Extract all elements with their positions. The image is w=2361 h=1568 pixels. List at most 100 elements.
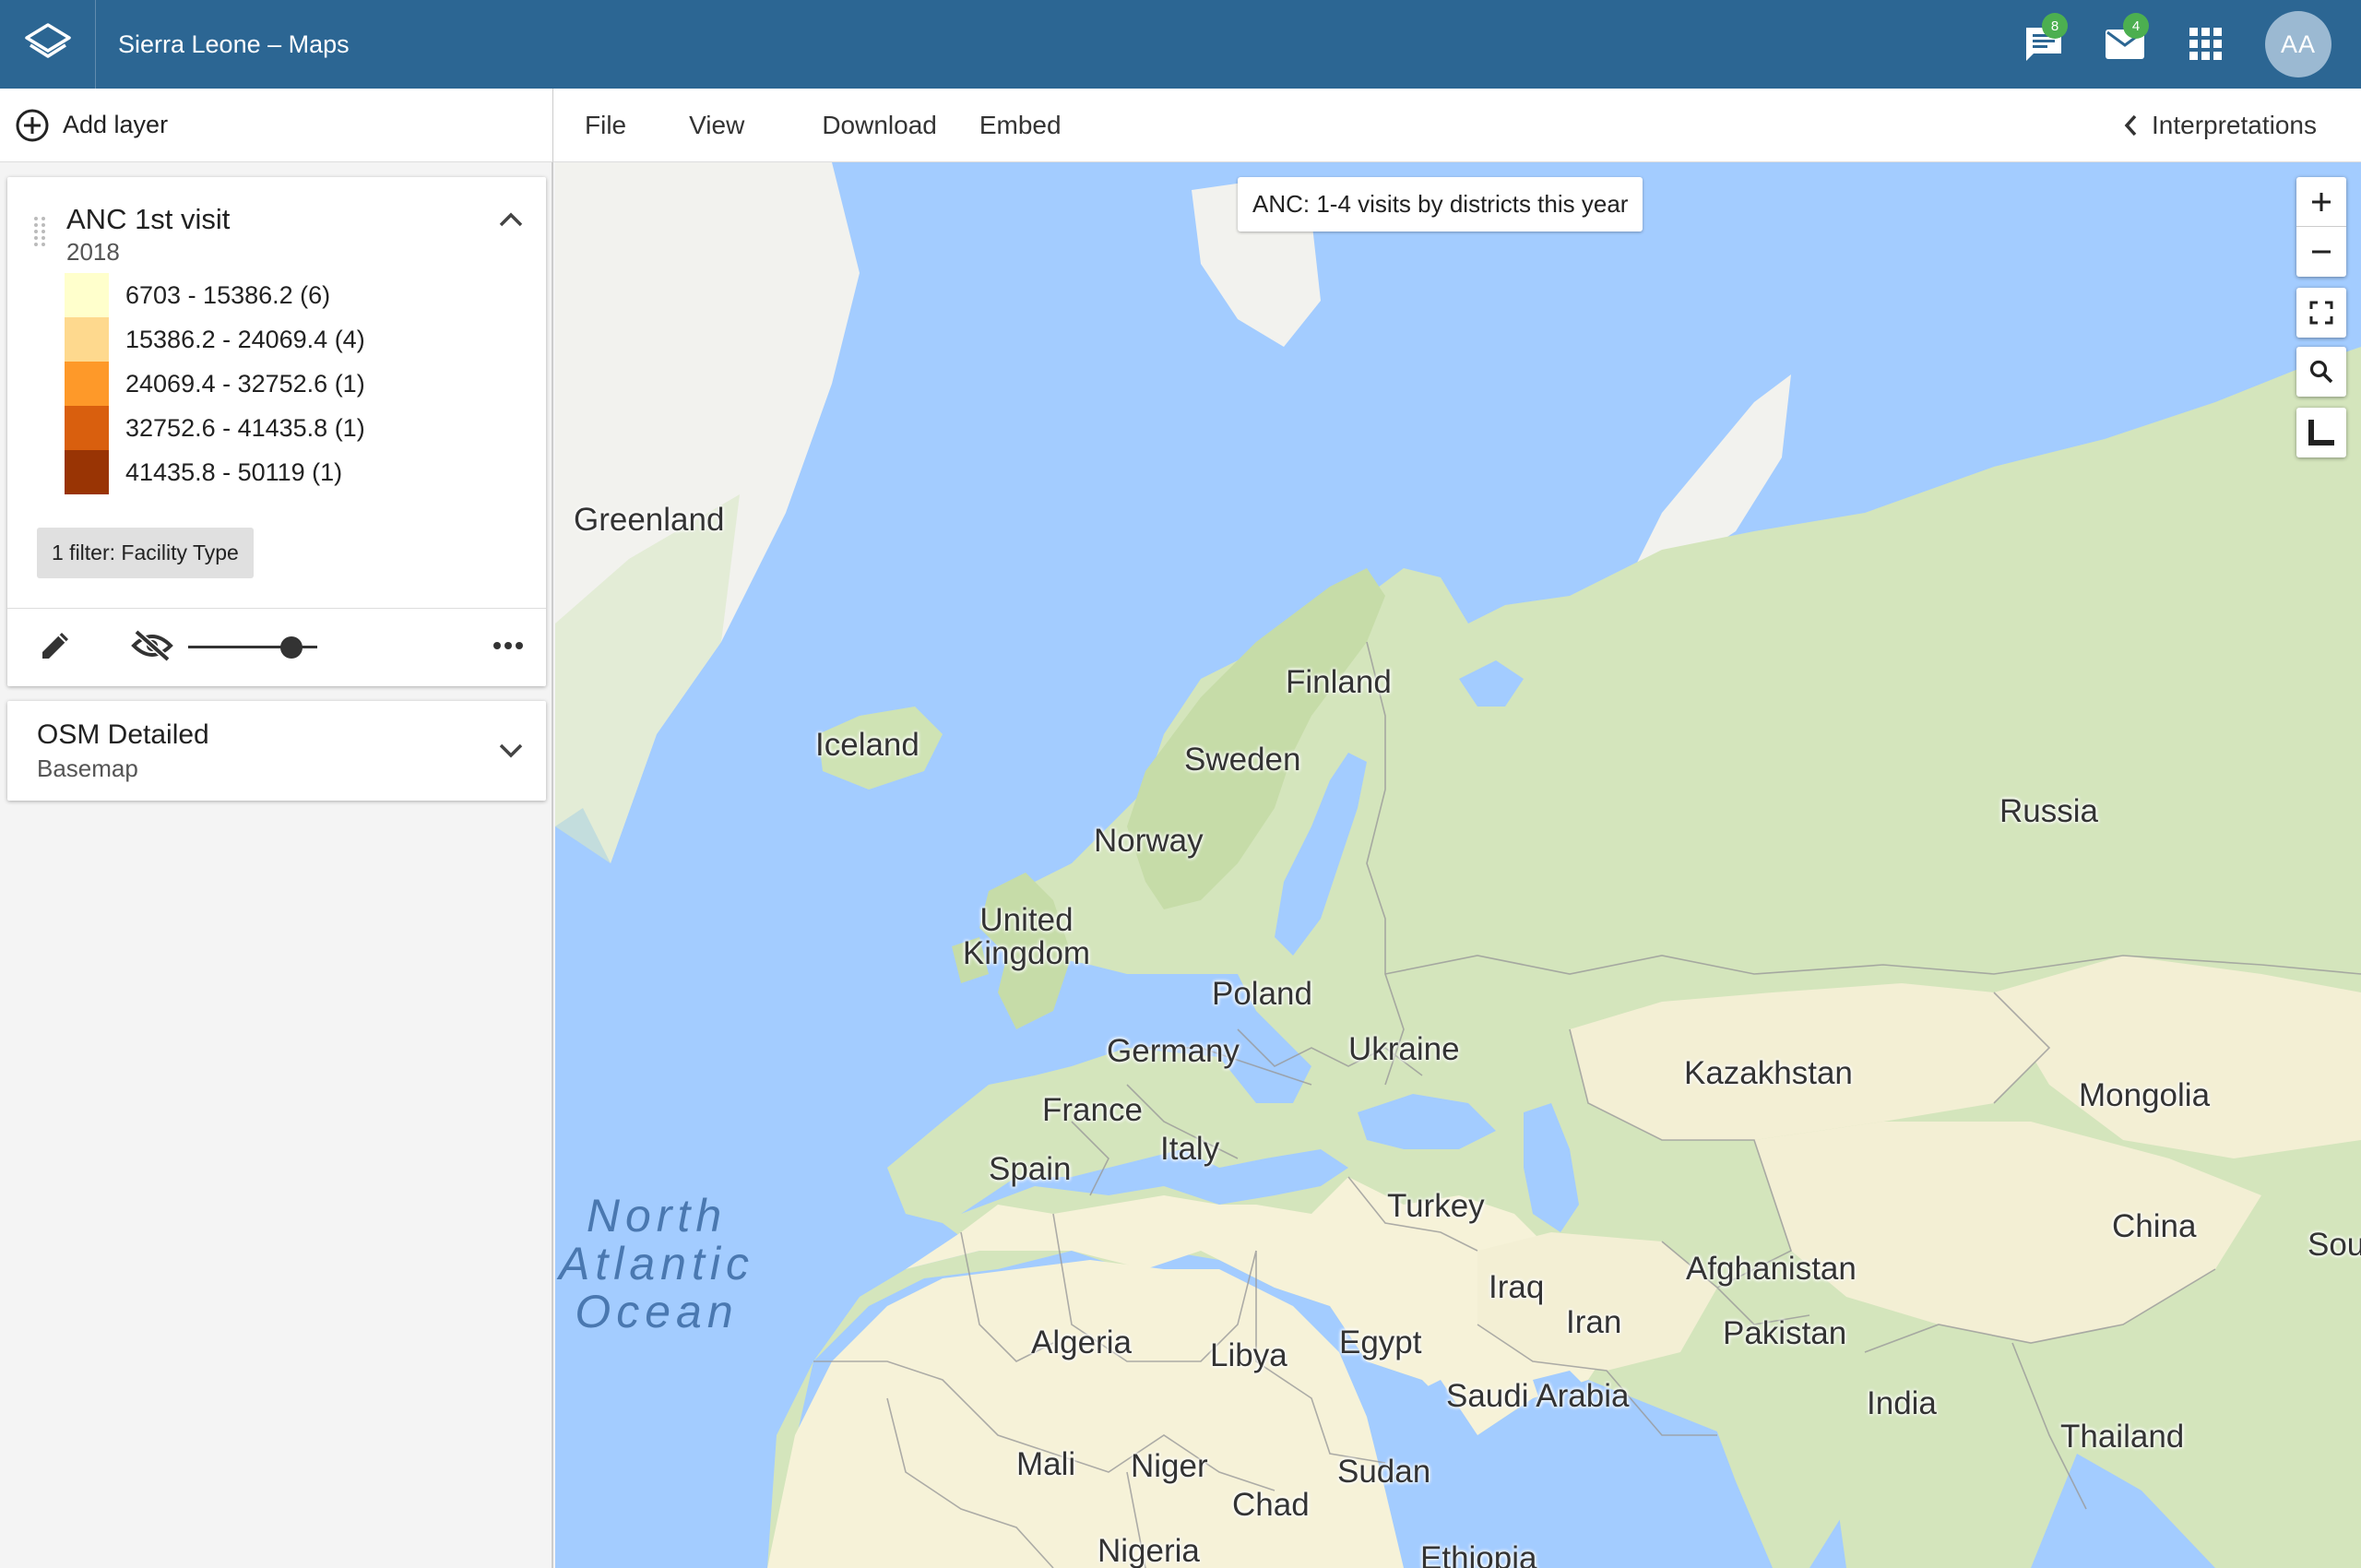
legend-swatch [65,362,109,406]
filter-chip[interactable]: 1 filter: Facility Type [37,528,254,578]
layer-legend: 6703 - 15386.2 (6) 15386.2 - 24069.4 (4)… [65,273,365,494]
map-label-country: Sudan [1337,1454,1431,1490]
map-label-country: Russia [1999,793,2098,829]
apps-button[interactable] [2165,0,2247,89]
mail-button[interactable]: 4 [2084,0,2165,89]
map-label-country: Norway [1094,823,1204,859]
map-label-country: Iran [1566,1304,1622,1340]
visibility-off-icon[interactable] [131,629,173,662]
map-label-country: Mongolia [2079,1077,2211,1113]
map-label-ocean: North Atlantic Ocean [559,1190,754,1337]
map-label-country: Italy [1160,1131,1220,1167]
map-label-country: Egypt [1339,1324,1422,1360]
apps-grid-icon [2189,28,2222,60]
user-avatar[interactable]: AA [2265,11,2331,77]
layer-card-basemap[interactable]: OSM Detailed Basemap [7,701,546,801]
messages-button[interactable]: 8 [2003,0,2084,89]
measure-button[interactable] [2296,408,2346,457]
map-label-country: Libya [1210,1337,1287,1373]
legend-item: 32752.6 - 41435.8 (1) [65,406,365,450]
chevron-left-icon [2124,114,2137,136]
legend-swatch [65,273,109,317]
plus-icon [2312,192,2331,211]
legend-label: 24069.4 - 32752.6 (1) [125,369,365,398]
chevron-down-icon[interactable] [498,742,524,760]
legend-swatch [65,406,109,450]
map-label-country: Poland [1212,976,1312,1012]
map-label-country: Niger [1131,1448,1208,1484]
fullscreen-button[interactable] [2296,288,2346,338]
add-layer-button[interactable]: Add layer [0,89,553,162]
legend-swatch [65,450,109,494]
legend-label: 15386.2 - 24069.4 (4) [125,325,365,353]
map-label-country: Sweden [1184,742,1301,778]
map-label-country: Saudi Arabia [1446,1378,1630,1414]
map-label-country: France [1042,1092,1143,1128]
legend-item: 24069.4 - 32752.6 (1) [65,362,365,406]
ruler-icon [2308,420,2334,445]
add-layer-label: Add layer [63,111,169,138]
map-label-country: Ethiopia [1420,1540,1537,1568]
interpretations-label: Interpretations [2152,110,2317,139]
map-label-country: Sou [2308,1227,2361,1263]
mail-badge: 4 [2123,13,2149,39]
drag-handle-icon[interactable] [33,216,46,247]
more-horizontal-icon[interactable] [492,640,524,651]
app-header: Sierra Leone – Maps 8 4 AA [0,0,2361,89]
map-label-country: Nigeria [1097,1533,1200,1568]
basemap-type: Basemap [37,754,138,782]
menu-view[interactable]: View [658,111,776,140]
legend-label: 32752.6 - 41435.8 (1) [125,413,365,442]
map-label-country: United Kingdom [962,902,1091,971]
map-label-country: Kazakhstan [1684,1055,1853,1091]
messages-badge: 8 [2042,13,2068,39]
map-label-country: Thailand [2060,1419,2185,1455]
menu-download[interactable]: Download [776,111,968,140]
legend-label: 41435.8 - 50119 (1) [125,457,343,486]
map-label-country: Mali [1016,1446,1076,1482]
legend-label: 6703 - 15386.2 (6) [125,280,331,309]
map-label-country: Pakistan [1723,1315,1847,1351]
fullscreen-icon [2309,301,2333,325]
map-title: ANC: 1-4 visits by districts this year [1238,177,1643,232]
card-divider [7,608,546,609]
map-label-country: India [1867,1385,1937,1421]
app-title: Sierra Leone – Maps [118,30,350,58]
layer-card-thematic: ANC 1st visit 2018 6703 - 15386.2 (6) 15… [7,177,546,686]
edit-pencil-icon[interactable] [37,627,74,664]
layers-panel: ANC 1st visit 2018 6703 - 15386.2 (6) 15… [0,162,553,1568]
layer-period: 2018 [66,238,120,266]
basemap-tiles [555,162,2361,1568]
map-label-country: Iceland [815,727,919,763]
zoom-out-button[interactable] [2296,227,2346,277]
search-icon [2309,360,2333,384]
menu-bar: File View Download Embed Interpretations [553,89,2361,162]
minus-icon [2312,250,2331,254]
basemap-name: OSM Detailed [37,719,209,750]
layer-name: ANC 1st visit [66,203,231,235]
interpretations-toggle[interactable]: Interpretations [2122,111,2361,140]
map-label-country: Afghanistan [1686,1251,1857,1287]
map-label-country: Spain [989,1151,1072,1187]
dhis2-logo-icon [24,23,71,58]
map-label-country: Algeria [1031,1324,1132,1360]
zoom-control [2296,177,2346,277]
menu-embed[interactable]: Embed [968,111,1093,140]
map-label-country: Germany [1107,1033,1240,1069]
map-label-country: Finland [1286,664,1392,700]
chevron-up-icon[interactable] [498,210,524,229]
zoom-in-button[interactable] [2296,177,2346,227]
app-logo-button[interactable] [0,0,96,89]
menu-file[interactable]: File [553,111,658,140]
opacity-slider-handle[interactable] [280,636,303,659]
map-label-country: Chad [1232,1487,1310,1523]
add-circle-icon [16,109,49,141]
map-label-country: Turkey [1387,1188,1485,1224]
map-label-country: Greenland [574,502,725,538]
map-canvas[interactable]: Greenland Iceland Finland Sweden Norway … [555,162,2361,1568]
legend-item: 41435.8 - 50119 (1) [65,450,365,494]
map-label-country: Iraq [1489,1269,1545,1305]
legend-item: 15386.2 - 24069.4 (4) [65,317,365,362]
search-button[interactable] [2296,347,2346,397]
legend-item: 6703 - 15386.2 (6) [65,273,365,317]
